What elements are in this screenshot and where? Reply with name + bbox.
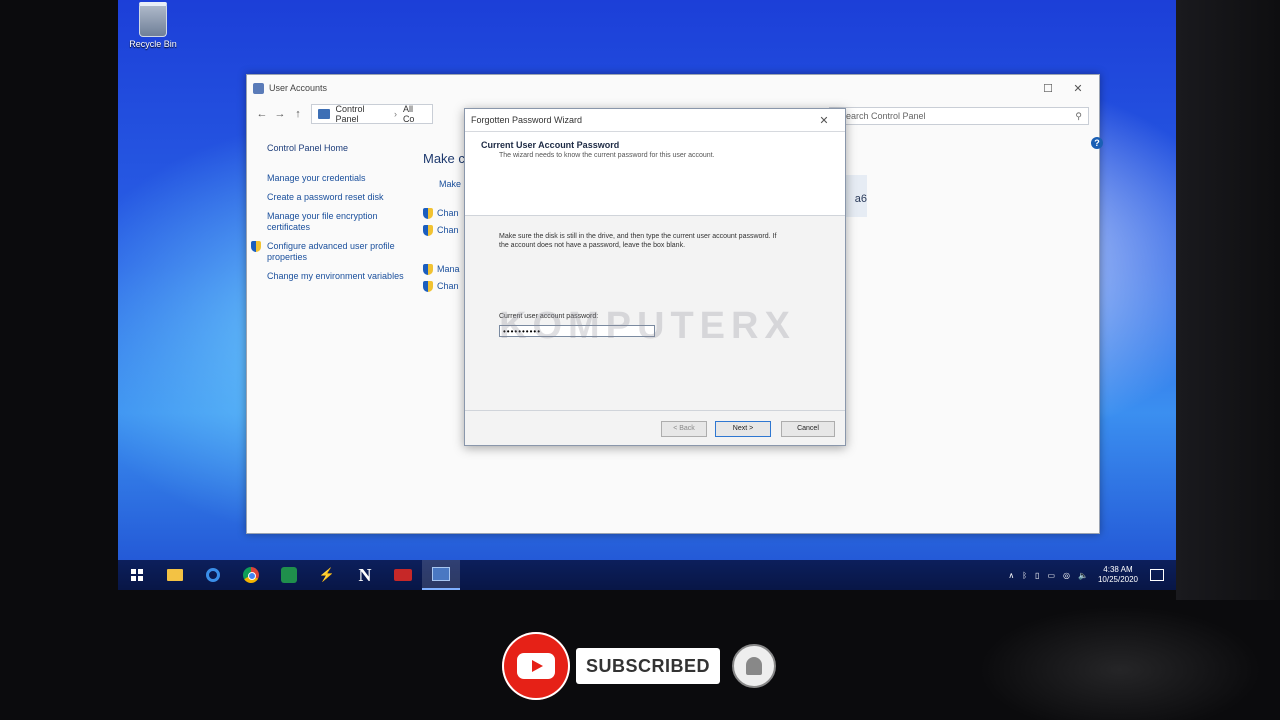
uac-shield-icon <box>423 264 433 275</box>
breadcrumb-separator-icon: › <box>393 109 397 119</box>
youtube-subscribe-overlay: SUBSCRIBED <box>502 632 777 700</box>
back-button[interactable]: < Back <box>661 421 707 437</box>
volume-icon[interactable]: 🔈 <box>1078 571 1088 580</box>
search-placeholder: Search Control Panel <box>840 111 926 121</box>
wizard-step-subtitle: The wizard needs to know the current pas… <box>499 152 715 159</box>
wizard-titlebar: Forgotten Password Wizard ✕ <box>465 109 845 132</box>
battery-icon[interactable]: ▭ <box>1047 571 1055 580</box>
clock-time: 4:38 AM <box>1103 565 1133 574</box>
user-accounts-app-icon <box>432 567 450 581</box>
up-arrow-icon[interactable]: ↑ <box>289 108 307 120</box>
chrome-icon <box>243 567 259 583</box>
edge-icon <box>206 568 220 582</box>
window-title: User Accounts <box>269 83 328 93</box>
close-button[interactable]: ✕ <box>1063 82 1093 95</box>
taskbar-green-app[interactable] <box>270 560 308 590</box>
bluetooth-icon[interactable]: ᛒ <box>1022 571 1027 580</box>
play-icon <box>517 653 555 679</box>
n-logo-icon: N <box>358 564 372 585</box>
sidebar-home-link[interactable]: Control Panel Home <box>267 143 407 153</box>
bolt-icon: ⚡ <box>318 567 336 582</box>
taskbar-chrome[interactable] <box>232 560 270 590</box>
cancel-button[interactable]: Cancel <box>781 421 835 437</box>
taskbar-edge[interactable] <box>194 560 232 590</box>
search-icon[interactable]: ⚲ <box>1075 111 1082 122</box>
recycle-bin-icon <box>139 2 167 37</box>
breadcrumb-item[interactable]: Control Panel <box>336 104 388 124</box>
taskbar-recorder-app[interactable] <box>384 560 422 590</box>
sidebar-item-profile[interactable]: Configure advanced user profile properti… <box>251 241 407 263</box>
chevron-up-icon[interactable]: ∧ <box>1008 571 1014 580</box>
clock-date: 10/25/2020 <box>1097 575 1138 584</box>
window-titlebar: User Accounts ☐ ✕ <box>247 75 1099 101</box>
taskbar: ⚡ N ∧ ᛒ ▯ ▭ ◎ 🔈 4:38 AM 10/25/2020 <box>118 560 1176 590</box>
start-button[interactable] <box>118 560 156 590</box>
wizard-instructions: Make sure the disk is still in the drive… <box>499 233 777 249</box>
wizard-header: Current User Account Password The wizard… <box>465 132 845 216</box>
wizard-body: Make sure the disk is still in the drive… <box>465 216 845 353</box>
sidebar-item-reset-disk[interactable]: Create a password reset disk <box>267 192 407 203</box>
password-input[interactable] <box>499 325 655 337</box>
main-link-label: Chan <box>437 225 459 235</box>
uac-shield-icon <box>251 241 261 252</box>
hand-shadow <box>900 590 1280 720</box>
main-link[interactable]: Chan <box>423 225 461 236</box>
taskbar-user-accounts[interactable] <box>422 560 460 590</box>
subscribed-button[interactable]: SUBSCRIBED <box>576 648 721 684</box>
network-icon[interactable]: ◎ <box>1063 571 1070 580</box>
main-link-label: Mana <box>437 264 460 274</box>
next-button[interactable]: Next > <box>715 421 771 437</box>
wizard-close-button[interactable]: ✕ <box>809 114 839 127</box>
breadcrumb-item[interactable]: All Co <box>403 104 426 124</box>
sidebar-item-credentials[interactable]: Manage your credentials <box>267 173 407 184</box>
back-arrow-icon[interactable]: ← <box>253 108 271 120</box>
wizard-step-title: Current User Account Password <box>481 140 620 150</box>
password-field-label: Current user account password: <box>499 313 599 320</box>
windows-icon <box>131 569 143 581</box>
recorder-icon <box>394 569 412 581</box>
breadcrumb[interactable]: Control Panel › All Co <box>311 104 433 124</box>
uac-shield-icon <box>423 281 433 292</box>
monitor-screen: Recycle Bin User Accounts ☐ ✕ ← → ↑ Cont… <box>118 0 1176 590</box>
main-link[interactable]: Mana <box>423 264 461 275</box>
page-title: Make c <box>423 151 465 166</box>
uac-shield-icon <box>423 208 433 219</box>
user-accounts-icon <box>253 82 264 94</box>
taskbar-file-explorer[interactable] <box>156 560 194 590</box>
uac-shield-icon <box>423 225 433 236</box>
main-link-label: Chan <box>437 281 459 291</box>
sidebar-item-encryption[interactable]: Manage your file encryption certificates <box>267 211 407 233</box>
recycle-bin-label: Recycle Bin <box>129 39 177 49</box>
main-links: Make Chan Chan Mana Chan <box>423 179 461 298</box>
wizard-footer: < Back Next > Cancel <box>465 410 845 445</box>
green-app-icon <box>281 567 297 583</box>
sidebar: Control Panel Home Manage your credentia… <box>251 143 407 290</box>
control-panel-icon <box>318 109 330 119</box>
search-input[interactable]: Search Control Panel ⚲ <box>829 107 1089 125</box>
main-link[interactable]: Chan <box>423 281 461 292</box>
notification-bell[interactable] <box>732 644 777 688</box>
youtube-logo[interactable] <box>502 632 570 700</box>
forgotten-password-wizard: Forgotten Password Wizard ✕ Current User… <box>464 108 846 446</box>
recycle-bin[interactable]: Recycle Bin <box>122 0 184 49</box>
folder-icon <box>167 569 183 581</box>
bell-icon <box>746 657 763 675</box>
main-link[interactable]: Chan <box>423 208 461 219</box>
clock[interactable]: 4:38 AM 10/25/2020 <box>1098 565 1138 585</box>
sidebar-item-label: Configure advanced user profile properti… <box>267 241 395 262</box>
system-tray: ∧ ᛒ ▯ ▭ ◎ 🔈 4:38 AM 10/25/2020 <box>1004 560 1164 590</box>
maximize-button[interactable]: ☐ <box>1033 82 1063 95</box>
taskbar-n-app[interactable]: N <box>346 560 384 590</box>
main-link-make[interactable]: Make <box>423 179 461 190</box>
action-center-icon[interactable] <box>1150 569 1164 581</box>
forward-arrow-icon[interactable]: → <box>271 108 289 120</box>
monitor-bezel <box>1176 0 1280 600</box>
help-icon[interactable]: ? <box>1091 137 1103 149</box>
main-link-label: Chan <box>437 208 459 218</box>
taskbar-bolt-app[interactable]: ⚡ <box>308 560 346 590</box>
usb-icon[interactable]: ▯ <box>1035 571 1039 580</box>
account-tile[interactable]: a6 <box>843 175 867 217</box>
sidebar-item-env-vars[interactable]: Change my environment variables <box>267 271 407 282</box>
wizard-title: Forgotten Password Wizard <box>471 115 583 125</box>
